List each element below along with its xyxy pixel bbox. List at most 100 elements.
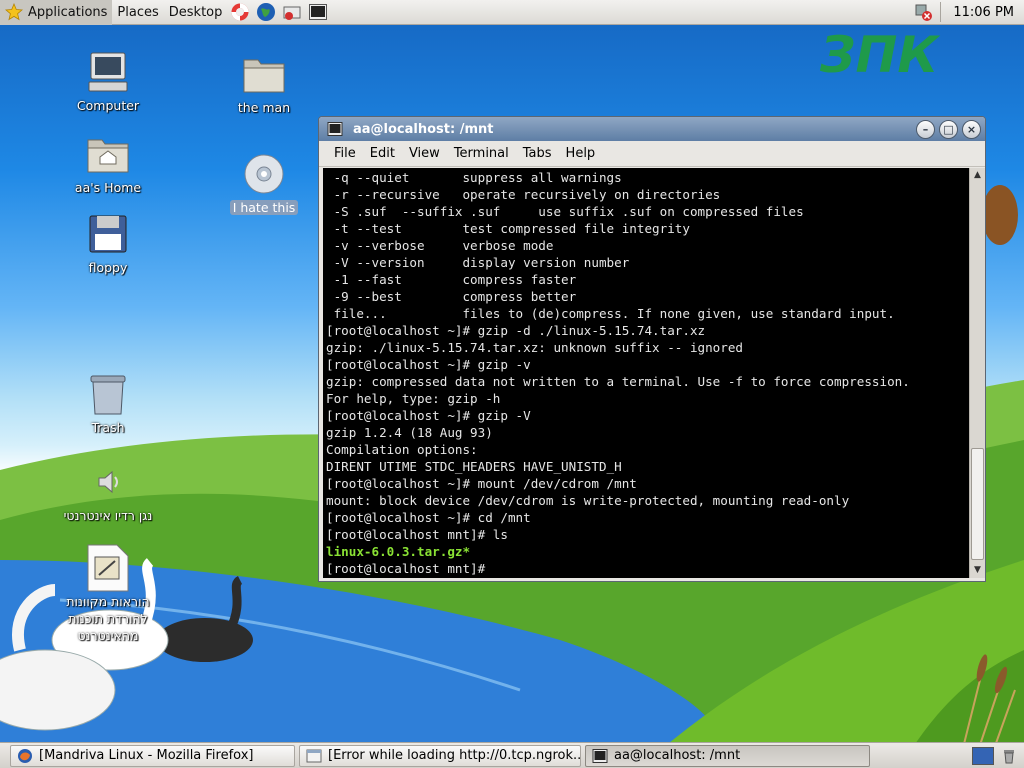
- computer-icon: [84, 48, 132, 96]
- terminal-line: -q --quiet suppress all warnings: [326, 170, 622, 185]
- terminal-line: gzip: ./linux-5.15.74.tar.xz: unknown su…: [326, 340, 744, 355]
- terminal-launcher-icon[interactable]: [306, 0, 330, 24]
- minimize-button[interactable]: –: [916, 119, 935, 139]
- web-browser-icon[interactable]: [254, 0, 278, 24]
- menu-tabs[interactable]: Tabs: [516, 142, 559, 165]
- maximize-icon: □: [943, 122, 954, 136]
- window-titlebar[interactable]: aa@localhost: /mnt – □ ×: [319, 117, 985, 141]
- folder-icon: [240, 50, 288, 98]
- taskbar-button-label: [Error while loading http://0.tcp.ngrok.…: [328, 748, 581, 763]
- maximize-button[interactable]: □: [939, 119, 958, 139]
- terminal-line: gzip: compressed data not written to a t…: [326, 374, 910, 389]
- firefox-icon: [18, 748, 32, 763]
- terminal-line: gzip 1.2.4 (18 Aug 93): [326, 425, 493, 440]
- terminal-icon: [327, 122, 343, 136]
- terminal-line: Compilation options:: [326, 442, 478, 457]
- taskbar-button-label: aa@localhost: /mnt: [614, 748, 741, 763]
- terminal-line: [root@localhost ~]# gzip -d ./linux-5.15…: [326, 323, 706, 338]
- terminal-line: DIRENT UTIME STDC_HEADERS HAVE_UNISTD_H: [326, 459, 622, 474]
- terminal-line: mount: block device /dev/cdrom is write-…: [326, 493, 850, 508]
- desktop-icon-label: נגן רדיו אינטרנטי: [63, 508, 153, 523]
- scrollbar-thumb[interactable]: [971, 448, 984, 560]
- workspace-1[interactable]: [972, 746, 994, 765]
- desktop-icon-label-line: להורדת תוכנות: [68, 611, 148, 626]
- browser-window-icon: [306, 749, 322, 762]
- terminal-icon: [592, 748, 608, 763]
- close-icon: ×: [966, 122, 977, 136]
- trash-icon: [84, 370, 132, 418]
- applications-menu-label: Applications: [28, 4, 108, 20]
- terminal-line: -S .suf --suffix .suf use suffix .suf on…: [326, 204, 804, 219]
- terminal-scrollbar[interactable]: ▲ ▼: [969, 168, 985, 578]
- terminal-line: linux-6.0.3.tar.gz*: [326, 544, 471, 559]
- places-menu-label: Places: [117, 4, 159, 20]
- desktop-icon-label: I hate this: [229, 200, 299, 215]
- workspace-switcher: [972, 746, 1024, 765]
- terminal-window[interactable]: aa@localhost: /mnt – □ × File Edit View …: [318, 116, 986, 582]
- speaker-icon: [84, 458, 132, 506]
- mail-icon[interactable]: [280, 0, 304, 24]
- terminal-line: -9 --best compress better: [326, 289, 577, 304]
- desktop-icon-label-line: הוראות מקוונות: [66, 594, 150, 609]
- desktop-icon-home[interactable]: aa's Home: [58, 130, 158, 195]
- menu-view[interactable]: View: [402, 142, 447, 165]
- close-button[interactable]: ×: [962, 119, 981, 139]
- scroll-down-icon[interactable]: ▼: [970, 563, 985, 578]
- bottom-panel: [Mandriva Linux - Mozilla Firefox] [Erro…: [0, 742, 1024, 768]
- desktop-menu[interactable]: Desktop: [164, 0, 228, 25]
- terminal-line: -1 --fast compress faster: [326, 272, 577, 287]
- desktop-icon-document[interactable]: הוראות מקוונות להורדת תוכנות מהאינטרנט: [56, 544, 160, 643]
- menu-terminal[interactable]: Terminal: [447, 142, 516, 165]
- menu-file[interactable]: File: [327, 142, 363, 165]
- desktop-menu-label: Desktop: [168, 4, 223, 20]
- floppy-icon: [84, 210, 132, 258]
- terminal-line: -t --test test compressed file integrity: [326, 221, 690, 236]
- scroll-up-icon[interactable]: ▲: [970, 168, 985, 183]
- panel-clock[interactable]: 11:06 PM: [945, 5, 1024, 20]
- wallpaper-logo: ЗПК: [819, 26, 940, 84]
- terminal-output[interactable]: -q --quiet suppress all warnings -r --re…: [323, 168, 969, 578]
- panel-separator: [940, 2, 942, 22]
- desktop-icon-label: Computer: [76, 98, 140, 113]
- star-icon: [5, 3, 23, 21]
- document-icon: [84, 544, 132, 592]
- menu-help[interactable]: Help: [559, 142, 603, 165]
- desktop-icon-i-hate-this[interactable]: I hate this: [214, 150, 314, 215]
- desktop-icon-trash[interactable]: Trash: [58, 370, 158, 435]
- terminal-line: [root@localhost ~]# gzip -V: [326, 408, 531, 423]
- terminal-line: -r --recursive operate recursively on di…: [326, 187, 721, 202]
- taskbar-button-label: [Mandriva Linux - Mozilla Firefox]: [39, 748, 254, 763]
- desktop-icon-label: the man: [237, 100, 291, 115]
- menu-edit[interactable]: Edit: [363, 142, 402, 165]
- desktop-icon-floppy[interactable]: floppy: [58, 210, 158, 275]
- desktop-icon-radio[interactable]: נגן רדיו אינטרנטי: [50, 458, 166, 523]
- terminal-line: file... files to (de)compress. If none g…: [326, 306, 895, 321]
- desktop-icon-label-line: מהאינטרנט: [77, 628, 139, 643]
- terminal-line: [root@localhost ~]# gzip -v: [326, 357, 531, 372]
- network-disconnected-icon[interactable]: [911, 0, 935, 24]
- taskbar-button-error-page[interactable]: [Error while loading http://0.tcp.ngrok.…: [299, 744, 581, 767]
- desktop-icon-label: aa's Home: [74, 180, 142, 195]
- desktop-icon-the-man[interactable]: the man: [214, 50, 314, 115]
- window-title: aa@localhost: /mnt: [353, 121, 494, 137]
- help-lifebuoy-icon[interactable]: [228, 0, 252, 24]
- terminal-line: [root@localhost ~]# cd /mnt: [326, 510, 531, 525]
- desktop-icon-label: Trash: [91, 420, 125, 435]
- places-menu[interactable]: Places: [112, 0, 163, 25]
- desktop-icon-computer[interactable]: Computer: [58, 48, 158, 113]
- terminal-line: [root@localhost mnt]# ls: [326, 527, 508, 542]
- terminal-line: [root@localhost mnt]#: [326, 561, 486, 576]
- top-panel: Applications Places Desktop 11:06 PM: [0, 0, 1024, 25]
- trash-applet-icon[interactable]: [1000, 747, 1018, 765]
- home-folder-icon: [84, 130, 132, 178]
- terminal-line: -v --verbose verbose mode: [326, 238, 554, 253]
- taskbar-button-firefox[interactable]: [Mandriva Linux - Mozilla Firefox]: [10, 744, 295, 767]
- desktop-icon-label: floppy: [88, 260, 128, 275]
- terminal-line: -V --version display version number: [326, 255, 630, 270]
- applications-menu[interactable]: Applications: [0, 0, 113, 25]
- terminal-line: For help, type: gzip -h: [326, 391, 501, 406]
- taskbar-button-terminal[interactable]: aa@localhost: /mnt: [585, 744, 870, 767]
- terminal-line: [root@localhost ~]# mount /dev/cdrom /mn…: [326, 476, 637, 491]
- minimize-icon: –: [922, 122, 929, 136]
- terminal-menubar: File Edit View Terminal Tabs Help: [319, 141, 985, 167]
